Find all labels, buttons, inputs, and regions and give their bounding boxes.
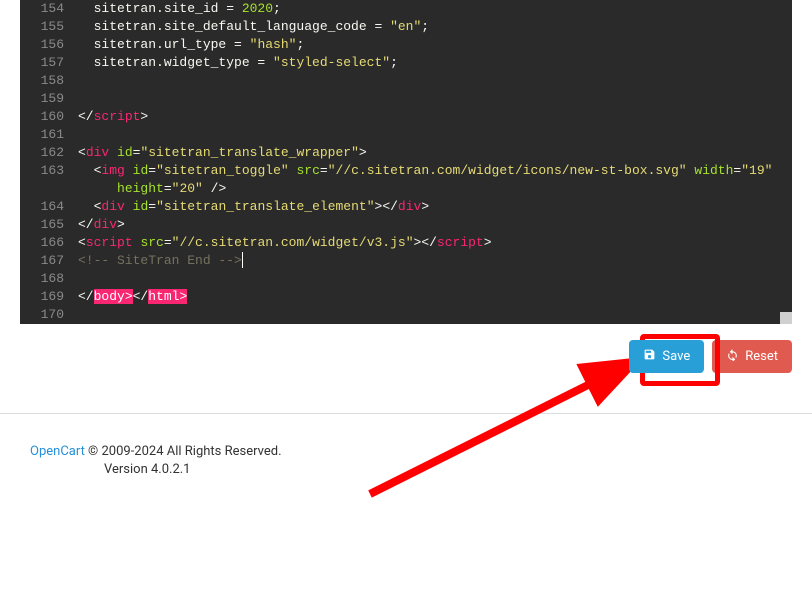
code-content[interactable]: sitetran.site_id = 2020; sitetran.site_d…: [78, 0, 792, 324]
line-number: 163: [20, 162, 64, 180]
footer-version: Version 4.0.2.1: [30, 462, 782, 477]
line-number: 155: [20, 18, 64, 36]
footer-brand-link[interactable]: OpenCart: [30, 444, 85, 459]
code-line[interactable]: [78, 126, 776, 144]
line-number: 169: [20, 288, 64, 306]
save-button-label: Save: [662, 349, 690, 364]
line-number-gutter: 1541551561571581591601611621631641651661…: [20, 0, 72, 324]
reset-button[interactable]: Reset: [712, 340, 792, 373]
line-number: 164: [20, 198, 64, 216]
text-cursor: [242, 252, 243, 268]
code-line[interactable]: </script>: [78, 108, 776, 126]
line-number: 160: [20, 108, 64, 126]
page-container: 1541551561571581591601611621631641651661…: [0, 0, 812, 507]
code-line[interactable]: [78, 306, 776, 324]
code-line[interactable]: [78, 90, 776, 108]
line-number: 161: [20, 126, 64, 144]
code-line[interactable]: </body></html>: [78, 288, 776, 306]
line-number: [20, 180, 64, 198]
line-number: 158: [20, 72, 64, 90]
line-number: 167: [20, 252, 64, 270]
code-line[interactable]: <div id="sitetran_translate_wrapper">: [78, 144, 776, 162]
code-editor[interactable]: 1541551561571581591601611621631641651661…: [20, 0, 792, 324]
action-button-row: Save Reset: [0, 324, 812, 413]
footer-copyright: © 2009-2024 All Rights Reserved.: [85, 444, 282, 459]
line-number: 168: [20, 270, 64, 288]
line-number: 154: [20, 0, 64, 18]
reset-button-label: Reset: [745, 349, 778, 364]
footer: OpenCart © 2009-2024 All Rights Reserved…: [0, 414, 812, 507]
save-icon: [643, 348, 656, 365]
code-editor-panel: 1541551561571581591601611621631641651661…: [20, 0, 792, 324]
code-line[interactable]: </div>: [78, 216, 776, 234]
code-line[interactable]: <img id="sitetran_toggle" src="//c.sitet…: [78, 162, 776, 180]
line-number: 159: [20, 90, 64, 108]
line-number: 165: [20, 216, 64, 234]
code-line[interactable]: sitetran.widget_type = "styled-select";: [78, 54, 776, 72]
line-number: 156: [20, 36, 64, 54]
code-line[interactable]: sitetran.site_id = 2020;: [78, 0, 776, 18]
code-line[interactable]: <script src="//c.sitetran.com/widget/v3.…: [78, 234, 776, 252]
code-line[interactable]: sitetran.url_type = "hash";: [78, 36, 776, 54]
scroll-corner: [780, 312, 792, 324]
code-line[interactable]: [78, 270, 776, 288]
line-number: 170: [20, 306, 64, 324]
line-number: 166: [20, 234, 64, 252]
code-line[interactable]: <div id="sitetran_translate_element"></d…: [78, 198, 776, 216]
save-button[interactable]: Save: [629, 340, 704, 373]
line-number: 157: [20, 54, 64, 72]
code-line[interactable]: <!-- SiteTran End -->: [78, 252, 776, 270]
vertical-scrollbar[interactable]: [780, 0, 790, 324]
line-number: 162: [20, 144, 64, 162]
code-line[interactable]: height="20" />: [78, 180, 776, 198]
code-line[interactable]: [78, 72, 776, 90]
code-line[interactable]: sitetran.site_default_language_code = "e…: [78, 18, 776, 36]
recycle-icon: [726, 348, 739, 365]
